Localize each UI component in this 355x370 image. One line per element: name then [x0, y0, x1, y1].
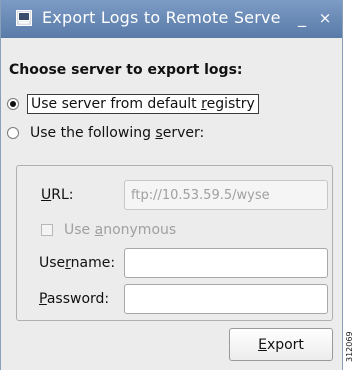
radio-following-server-label[interactable]: Use the following server:: [27, 123, 207, 143]
password-label: Password:: [39, 291, 110, 307]
radio-following-server[interactable]: Use the following server:: [7, 122, 207, 144]
username-label: Username:: [39, 255, 116, 271]
use-anonymous-checkbox[interactable]: [41, 224, 53, 236]
export-button[interactable]: Export: [229, 328, 333, 361]
radio-default-registry[interactable]: Use server from default registry: [7, 93, 259, 115]
radio-default-registry-indicator[interactable]: [7, 98, 19, 110]
password-input[interactable]: [124, 284, 328, 314]
url-input[interactable]: [124, 180, 328, 210]
export-logs-dialog: Export Logs to Remote Serve _ × Choose s…: [0, 0, 343, 370]
title-bar[interactable]: Export Logs to Remote Serve _ ×: [1, 0, 342, 38]
url-label: URL:: [41, 187, 74, 203]
radio-default-registry-label[interactable]: Use server from default registry: [27, 94, 259, 114]
export-app-icon[interactable]: [16, 10, 32, 26]
window-title: Export Logs to Remote Serve: [42, 8, 281, 27]
use-anonymous-label[interactable]: Use anonymous: [64, 222, 176, 238]
use-anonymous-row[interactable]: Use anonymous: [41, 221, 176, 239]
minimize-icon[interactable]: _: [294, 8, 310, 28]
figure-number: 312069: [345, 331, 354, 362]
close-icon[interactable]: ×: [317, 8, 333, 28]
radio-following-server-indicator[interactable]: [7, 127, 19, 139]
username-input[interactable]: [124, 248, 328, 278]
dialog-heading: Choose server to export logs:: [9, 62, 243, 78]
